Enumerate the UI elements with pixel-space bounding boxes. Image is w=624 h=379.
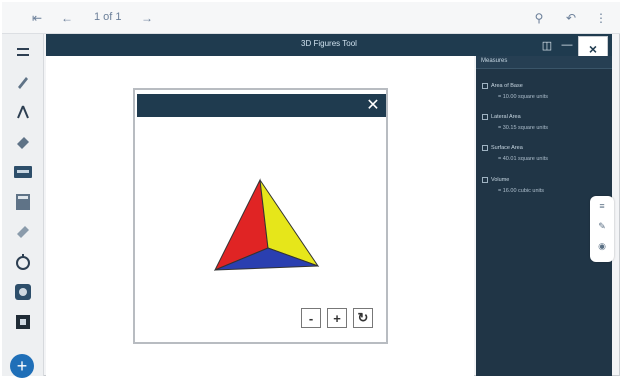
eraser-icon[interactable]: [13, 132, 33, 152]
measure-checkbox-surface-area[interactable]: [482, 145, 488, 151]
close-icon[interactable]: ✕: [364, 96, 382, 114]
undo-icon[interactable]: ↶: [562, 9, 580, 27]
left-tool-rail: +: [2, 34, 44, 378]
measure-value: = 16.00 cubic units: [498, 188, 545, 194]
pencil-icon[interactable]: [13, 72, 33, 92]
exit-icon[interactable]: [13, 312, 33, 332]
tool-title: 3D Figures Tool: [301, 39, 357, 48]
search-icon[interactable]: ⚲: [530, 9, 548, 27]
floating-toolbar: ≡ ✎ ◉: [590, 196, 614, 262]
measure-label: Lateral Area: [491, 114, 521, 120]
measure-label: Area of Base: [491, 83, 523, 89]
measure-checkbox-lateral-area[interactable]: [482, 114, 488, 120]
menu-icon[interactable]: ≡: [596, 200, 608, 212]
menu-icon[interactable]: [13, 42, 33, 62]
top-toolbar: ⇤ ← 1 of 1 → ⚲ ↶ ⋮: [2, 2, 620, 34]
zoom-out-button[interactable]: -: [301, 308, 321, 328]
measure-label: Volume: [491, 177, 510, 183]
grid-icon[interactable]: ◫: [540, 38, 554, 52]
keyboard-icon[interactable]: [13, 162, 33, 182]
add-button[interactable]: +: [10, 354, 34, 378]
measure-checkbox-volume[interactable]: [482, 177, 488, 183]
panel-title: Measures: [481, 58, 508, 64]
stopwatch-icon[interactable]: [13, 252, 33, 272]
rotate-icon: ↻: [357, 310, 369, 325]
measure-checkbox-base-area[interactable]: [482, 83, 488, 89]
calculator-icon[interactable]: [13, 192, 33, 212]
tool-header: 3D Figures Tool ◫ —: [46, 34, 612, 56]
reset-rotation-button[interactable]: ↻: [353, 308, 373, 328]
measure-value: = 40.01 square units: [498, 156, 548, 162]
more-options-icon[interactable]: ⋮: [592, 9, 610, 27]
capture-icon[interactable]: [13, 282, 33, 302]
measure-value: = 10.00 square units: [498, 94, 548, 100]
compass-icon[interactable]: [13, 102, 33, 122]
next-page-icon[interactable]: →: [138, 9, 156, 27]
figure-dialog: ✕ - + ↻: [133, 88, 388, 344]
prev-page-icon[interactable]: ←: [58, 9, 76, 27]
minimize-icon[interactable]: —: [560, 38, 574, 52]
eye-icon[interactable]: ◉: [596, 240, 608, 252]
pyramid-figure[interactable]: [210, 178, 320, 278]
zoom-in-button[interactable]: +: [327, 308, 347, 328]
dialog-titlebar[interactable]: ✕: [137, 94, 386, 117]
measure-value: = 30.15 square units: [498, 125, 548, 131]
panel-header: Measures: [476, 56, 612, 69]
first-page-icon[interactable]: ⇤: [28, 9, 46, 27]
measure-label: Surface Area: [491, 145, 523, 151]
page-indicator: 1 of 1: [94, 11, 122, 23]
ruler-icon[interactable]: [13, 222, 33, 242]
pencil-icon[interactable]: ✎: [596, 220, 608, 232]
